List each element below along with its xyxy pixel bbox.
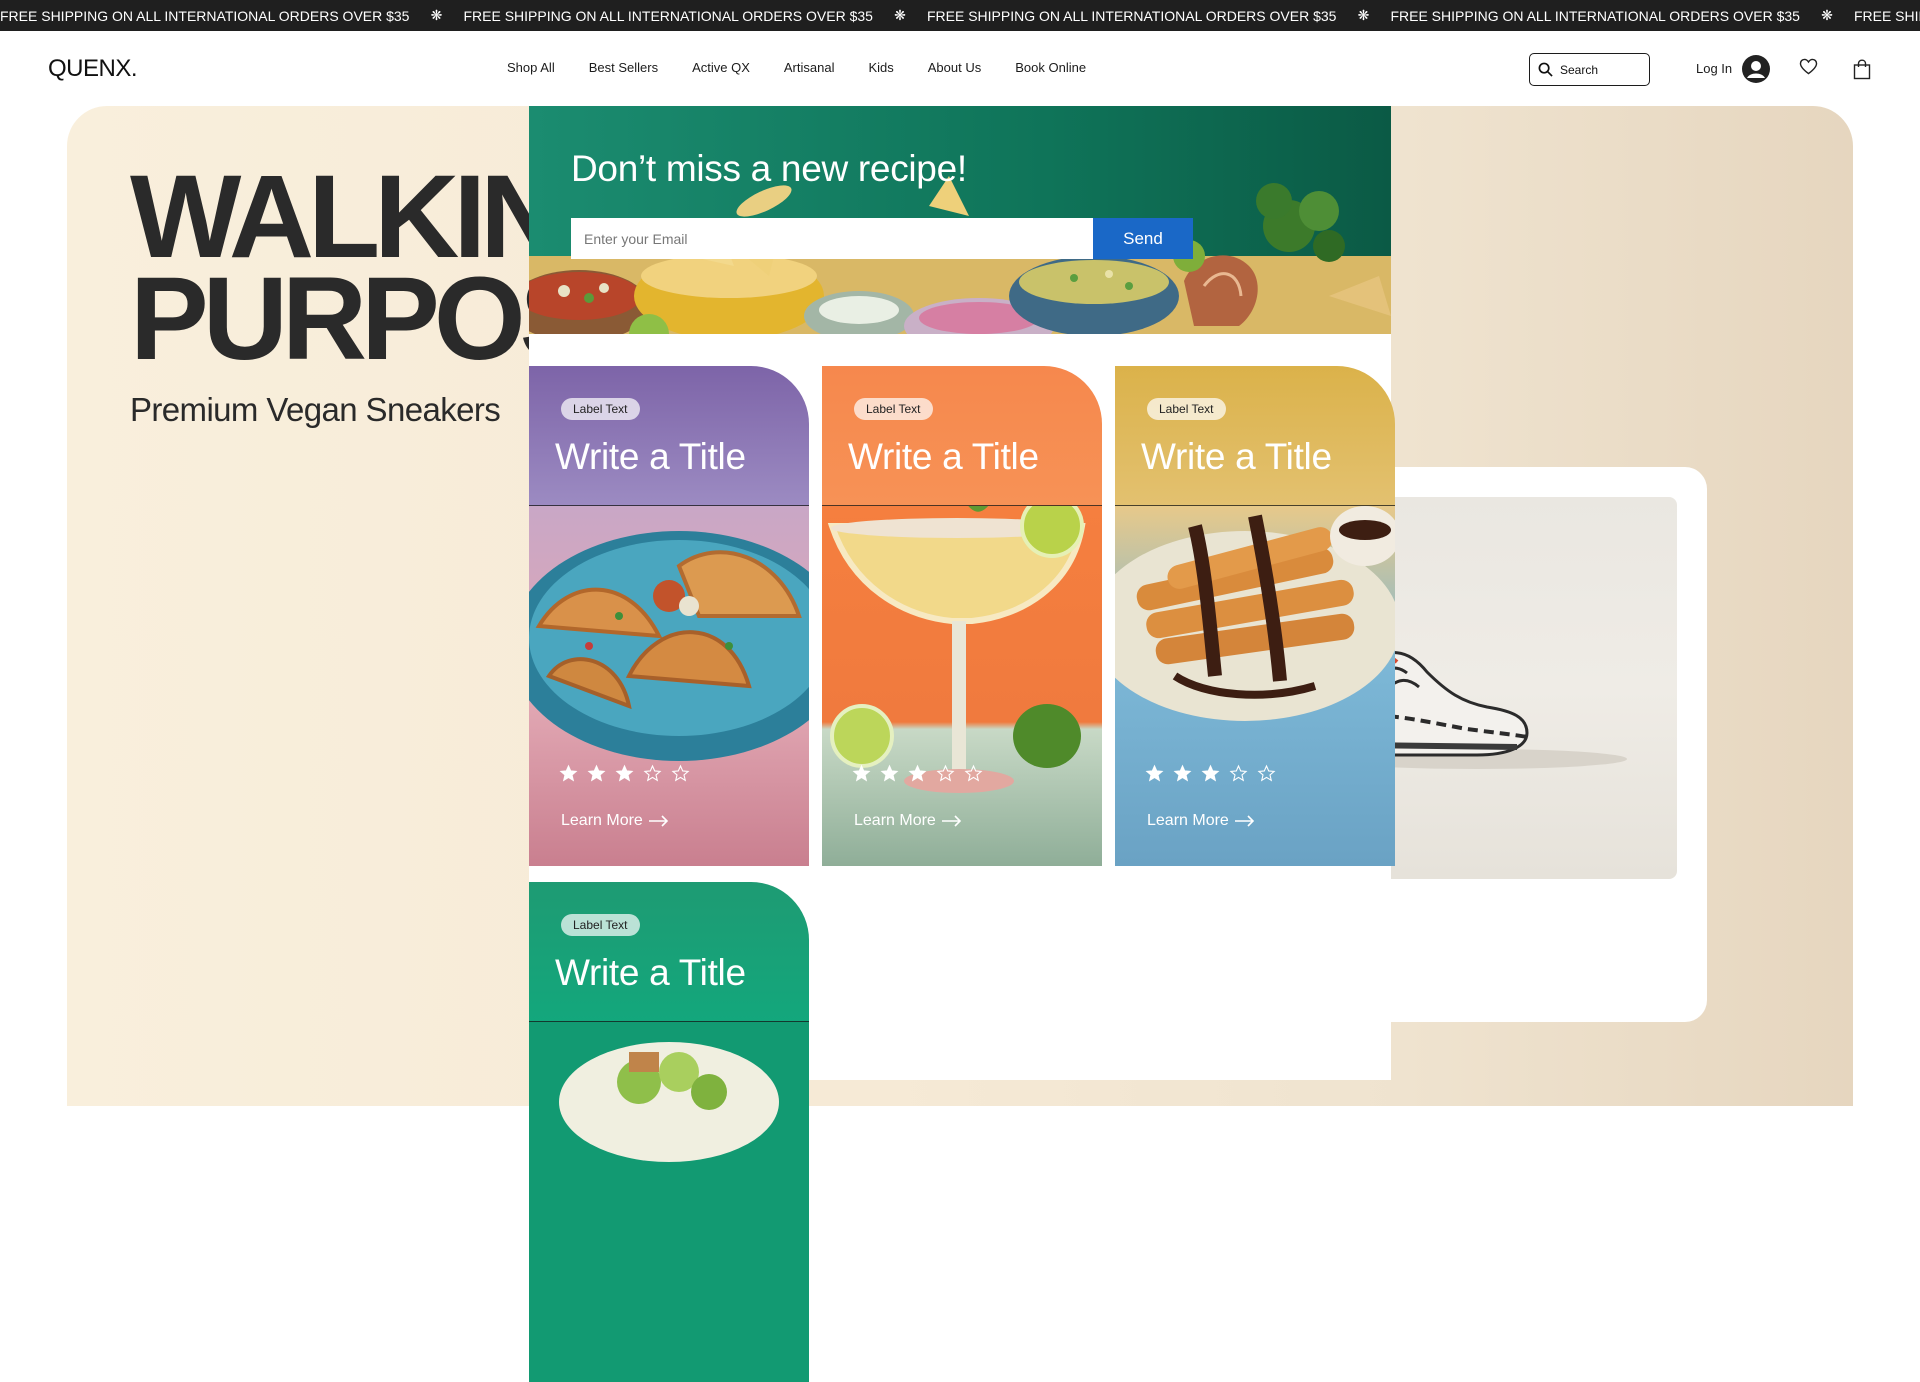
card-title: Write a Title: [1141, 436, 1332, 477]
main-nav: Shop All Best Sellers Active QX Artisana…: [507, 60, 1120, 75]
announcement-text: FREE SHIPPING ON ALL INTERNATIONAL ORDER…: [926, 7, 1337, 24]
card-label: Label Text: [1147, 398, 1226, 420]
nav-item-kids[interactable]: Kids: [868, 60, 893, 75]
asterisk-icon: ❋: [430, 7, 443, 23]
asterisk-icon: ❋: [894, 7, 906, 23]
hero-title: WALKIN PURPOS: [130, 151, 598, 385]
rating-stars: [1145, 764, 1276, 783]
learn-more-label: Learn More: [854, 812, 936, 829]
recipe-overlay: Don’t miss a new recipe! Send Label Text…: [529, 106, 1395, 1382]
star-filled-icon: [1173, 764, 1192, 782]
rating-stars: [852, 764, 983, 783]
star-empty-icon: [643, 764, 662, 782]
logo[interactable]: QUENX.: [48, 55, 138, 83]
star-filled-icon: [852, 764, 871, 782]
announcement-text: FREE SHIPPING ON ALL INTERNATIONAL ORDER…: [1390, 7, 1800, 24]
star-filled-icon: [615, 764, 634, 782]
search-input[interactable]: [1560, 62, 1640, 77]
nav-item-shop-all[interactable]: Shop All: [507, 60, 555, 75]
nav-item-book-online[interactable]: Book Online: [1015, 60, 1086, 75]
announcement-text: FREE SHIPPING ON ALL INTERNATIONAL ORDER…: [1853, 7, 1920, 24]
star-empty-icon: [936, 764, 955, 782]
star-empty-icon: [964, 764, 983, 782]
star-empty-icon: [1229, 764, 1248, 782]
product-card[interactable]: [1367, 467, 1707, 1022]
asterisk-icon: ❋: [1357, 7, 1370, 23]
star-filled-icon: [587, 764, 606, 782]
rating-stars: [559, 764, 690, 783]
nav-item-artisanal[interactable]: Artisanal: [784, 60, 835, 75]
learn-more-link[interactable]: Learn More: [561, 812, 669, 830]
card-title: Write a Title: [555, 436, 746, 477]
recipe-card-churros[interactable]: Label Text Write a Title Learn More: [1115, 366, 1395, 866]
recipe-card-empanadas[interactable]: Label Text Write a Title Learn More: [529, 366, 809, 866]
card-label: Label Text: [854, 398, 933, 420]
announcement-bar: FREE SHIPPING ON ALL INTERNATIONAL ORDER…: [0, 0, 1920, 31]
announcement-track: FREE SHIPPING ON ALL INTERNATIONAL ORDER…: [0, 0, 1920, 31]
card-label: Label Text: [561, 914, 640, 936]
star-filled-icon: [908, 764, 927, 782]
newsletter-title: Don’t miss a new recipe!: [571, 148, 967, 189]
star-filled-icon: [559, 764, 578, 782]
star-filled-icon: [880, 764, 899, 782]
card-title: Write a Title: [848, 436, 1039, 477]
newsletter-banner: Don’t miss a new recipe! Send: [529, 106, 1391, 334]
email-field[interactable]: [571, 218, 1095, 259]
nav-item-about-us[interactable]: About Us: [928, 60, 981, 75]
bag-icon[interactable]: [1853, 59, 1871, 80]
star-filled-icon: [1145, 764, 1164, 782]
avatar-icon[interactable]: [1742, 55, 1770, 83]
card-label: Label Text: [561, 398, 640, 420]
card-title: Write a Title: [555, 952, 746, 993]
heart-icon[interactable]: [1799, 58, 1818, 75]
announcement-text: FREE SHIPPING ON ALL INTERNATIONAL ORDER…: [463, 7, 873, 24]
sneaker-image: [1367, 497, 1677, 879]
arrow-right-icon: [941, 815, 961, 827]
search-icon: [1538, 62, 1553, 77]
learn-more-link[interactable]: Learn More: [854, 812, 962, 830]
recipe-card-salad[interactable]: Label Text Write a Title: [529, 882, 809, 1382]
announcement-text: FREE SHIPPING ON ALL INTERNATIONAL ORDER…: [0, 7, 410, 24]
learn-more-link[interactable]: Learn More: [1147, 812, 1255, 830]
search-box[interactable]: [1529, 53, 1650, 86]
star-empty-icon: [1257, 764, 1276, 782]
asterisk-icon: ❋: [1821, 7, 1833, 23]
arrow-right-icon: [1234, 815, 1254, 827]
star-empty-icon: [671, 764, 690, 782]
star-filled-icon: [1201, 764, 1220, 782]
nav-item-best-sellers[interactable]: Best Sellers: [589, 60, 658, 75]
hero-subtitle: Premium Vegan Sneakers: [130, 391, 501, 428]
login-link[interactable]: Log In: [1696, 61, 1732, 76]
learn-more-label: Learn More: [561, 812, 643, 829]
recipe-card-margarita[interactable]: Label Text Write a Title Learn More: [822, 366, 1102, 866]
salad-image: [529, 1022, 809, 1382]
arrow-right-icon: [648, 815, 668, 827]
send-button[interactable]: Send: [1093, 218, 1193, 259]
learn-more-label: Learn More: [1147, 812, 1229, 829]
site-header: QUENX. Shop All Best Sellers Active QX A…: [0, 31, 1920, 106]
nav-item-active-qx[interactable]: Active QX: [692, 60, 750, 75]
